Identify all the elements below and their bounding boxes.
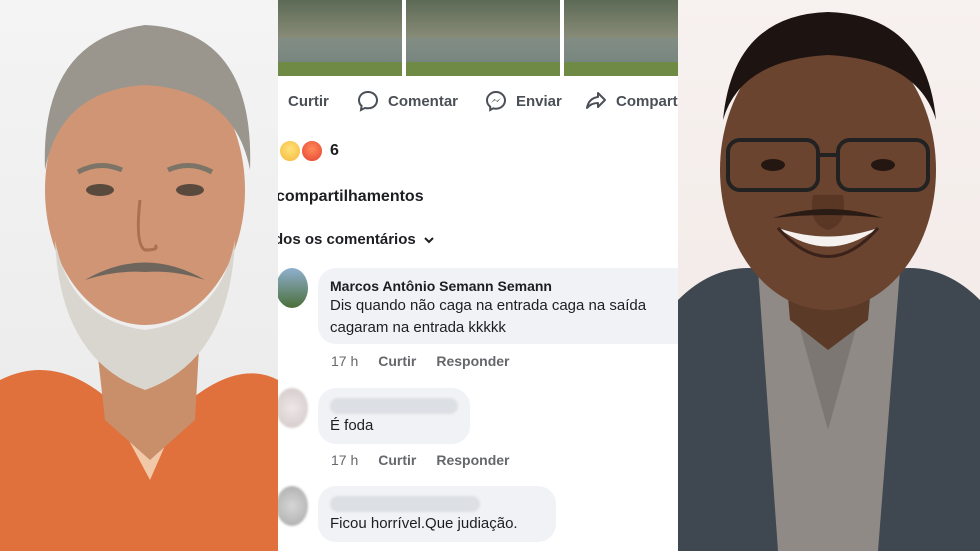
like-button[interactable]: Curtir <box>288 86 329 116</box>
facebook-post-screenshot: Curtir Comentar Enviar Compart 6 compart… <box>278 0 678 551</box>
comment-time[interactable]: 17 h <box>331 452 358 468</box>
post-photo-3[interactable] <box>564 0 678 76</box>
like-label: Curtir <box>288 92 329 110</box>
right-portrait-photo <box>678 0 980 551</box>
comment-button[interactable]: Comentar <box>356 86 458 116</box>
comment-like-button[interactable]: Curtir <box>378 452 416 468</box>
comment-bubble: Ficou horrível.Que judiação. <box>318 486 556 542</box>
comment-label: Comentar <box>388 92 459 110</box>
reaction-summary[interactable]: 6 <box>278 139 339 163</box>
post-photo-strip <box>278 0 678 76</box>
post-photo-1[interactable] <box>278 0 402 76</box>
comment-icon <box>357 90 379 112</box>
shares-count-label[interactable]: compartilhamentos <box>278 188 424 206</box>
comment-author[interactable]: Marcos Antônio Semann Semann <box>330 278 552 294</box>
blurred-author-name[interactable] <box>330 496 480 512</box>
post-action-bar: Curtir Comentar Enviar Compart <box>278 86 678 116</box>
send-button[interactable]: Enviar <box>484 86 562 116</box>
share-label: Compart <box>616 92 678 110</box>
blurred-author-name[interactable] <box>330 398 458 414</box>
all-comments-label: dos os comentários <box>278 231 416 248</box>
sad-emoji-icon <box>278 139 302 163</box>
comment-text: É foda <box>330 417 374 434</box>
comment-text: Ficou horrível.Que judiação. <box>330 515 518 532</box>
comment-reply-button[interactable]: Responder <box>436 353 509 369</box>
comment-meta: 17 h Curtir Responder <box>331 353 510 369</box>
comment-reply-button[interactable]: Responder <box>436 452 509 468</box>
commenter-avatar[interactable] <box>278 388 308 428</box>
send-label: Enviar <box>516 92 562 110</box>
messenger-icon <box>485 90 507 112</box>
share-button[interactable]: Compart <box>584 86 678 116</box>
commenter-avatar[interactable] <box>278 268 308 308</box>
comment-meta: 17 h Curtir Responder <box>331 452 510 468</box>
all-comments-filter[interactable]: dos os comentários <box>278 231 434 248</box>
reaction-count: 6 <box>330 142 339 159</box>
chevron-down-icon <box>423 236 434 243</box>
older-man-portrait <box>0 25 278 551</box>
comment-bubble: Marcos Antônio Semann Semann Dis quando … <box>318 268 678 344</box>
comment-text: Dis quando não caga na entrada caga na s… <box>330 297 647 314</box>
comment-text: cagaram na entrada kkkkk <box>330 319 506 336</box>
comment-bubble: É foda <box>318 388 470 444</box>
share-icon <box>586 92 606 109</box>
comment-like-button[interactable]: Curtir <box>378 353 416 369</box>
smiling-man-portrait <box>678 12 980 551</box>
comment-time[interactable]: 17 h <box>331 353 358 369</box>
angry-emoji-icon <box>300 139 324 163</box>
post-photo-2[interactable] <box>406 0 560 76</box>
commenter-avatar[interactable] <box>278 486 308 526</box>
left-portrait-photo <box>0 0 278 551</box>
